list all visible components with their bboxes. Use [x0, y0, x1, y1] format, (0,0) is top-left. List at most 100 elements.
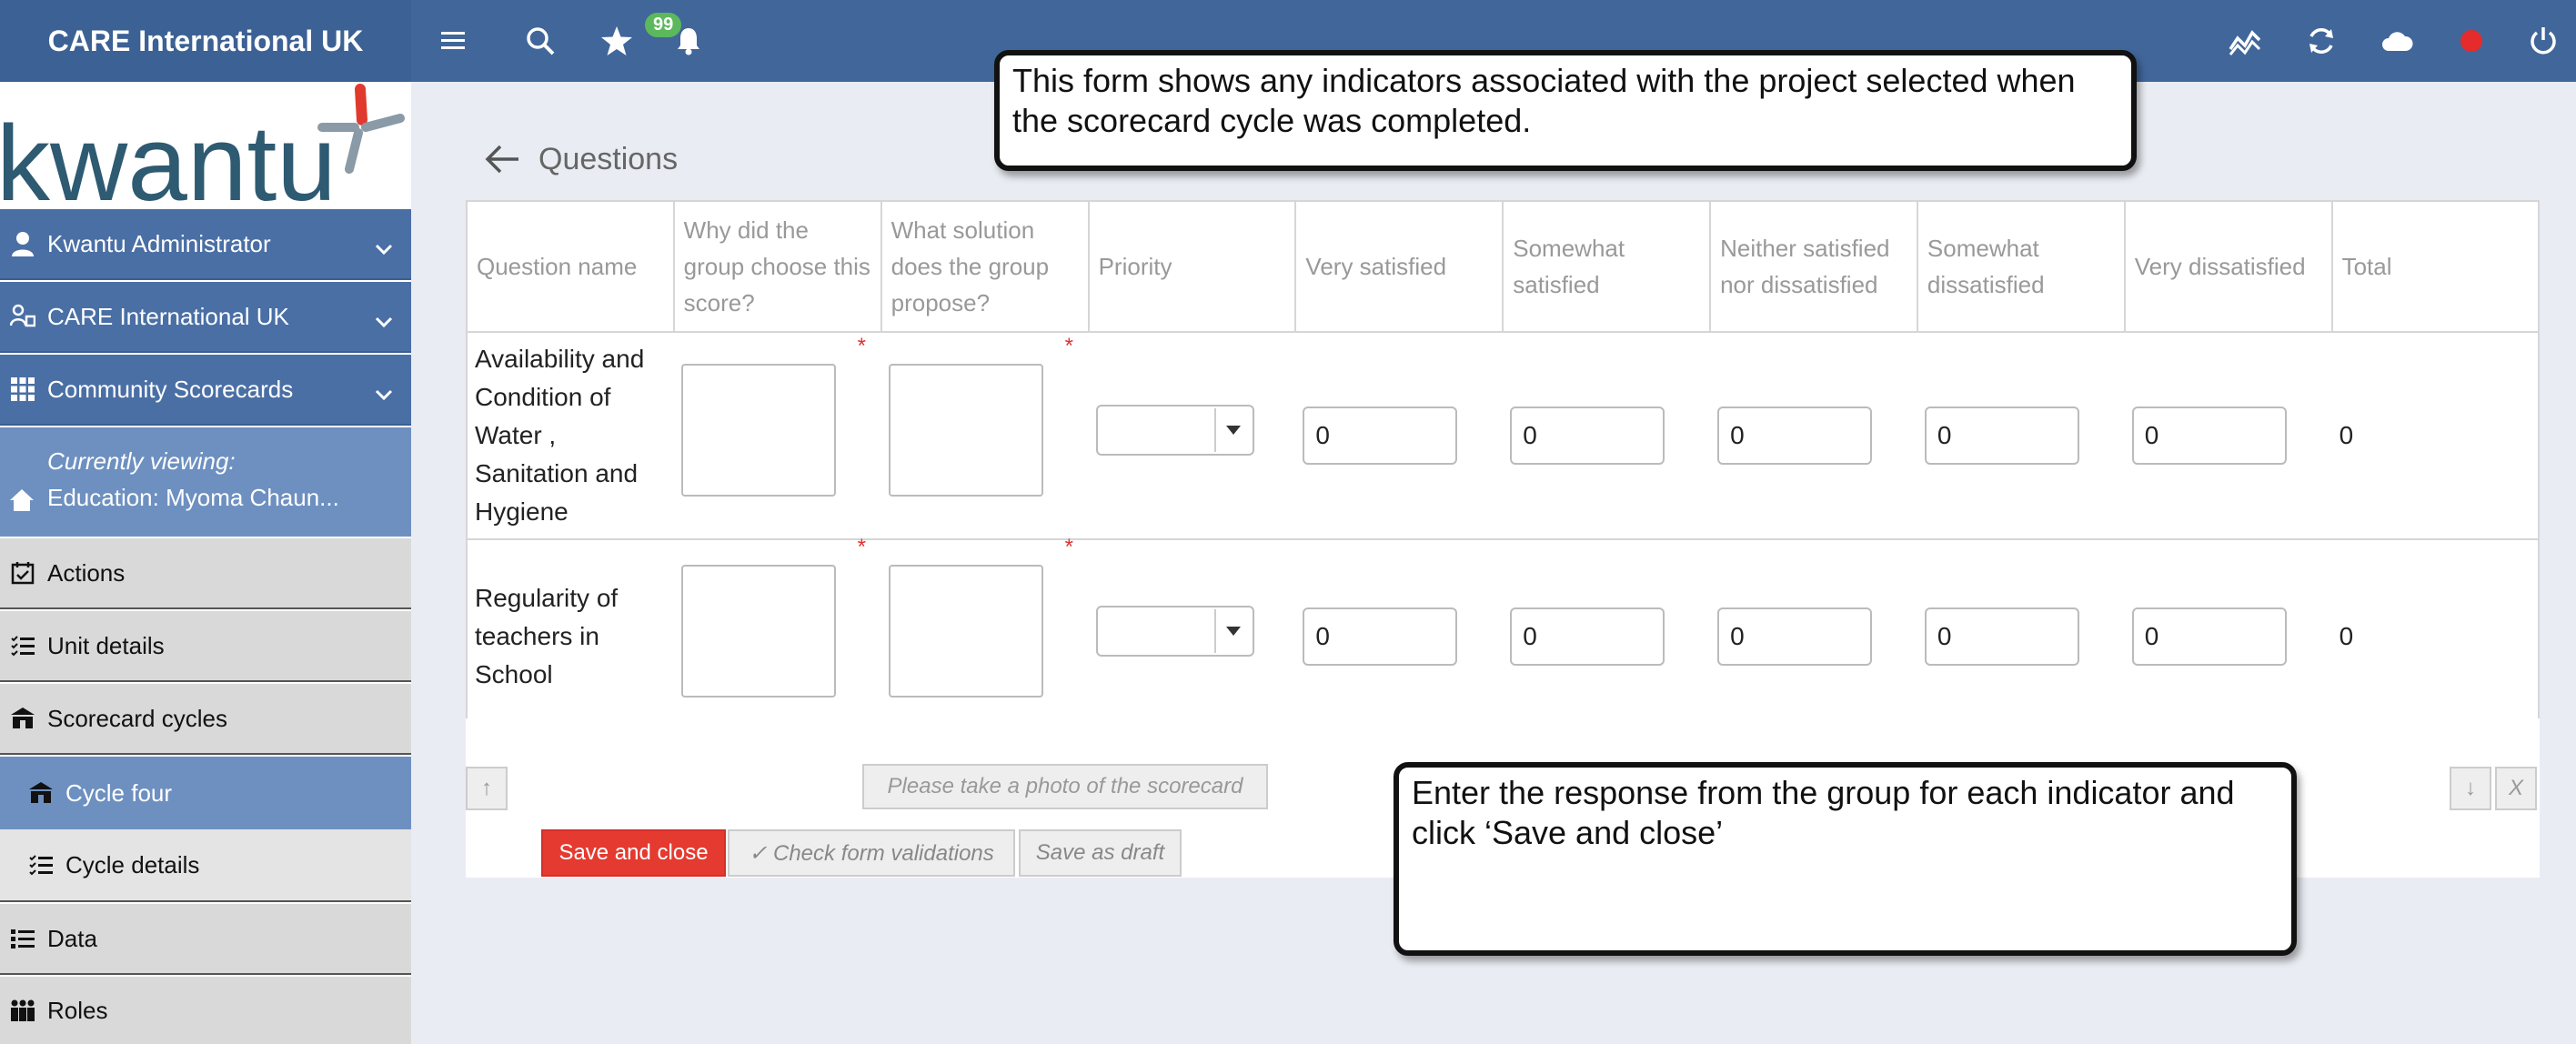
sidebar-item-label: Scorecard cycles [47, 704, 227, 732]
annotation-callout-top: This form shows any indicators associate… [994, 50, 2137, 171]
grid-icon [9, 376, 36, 403]
sidebar-item-data[interactable]: Data [0, 904, 411, 975]
brand-title[interactable]: CARE International UK [0, 0, 411, 82]
column-header: Somewhat satisfied [1502, 200, 1712, 333]
save-draft-button[interactable]: Save as draft [1019, 829, 1182, 877]
org-users-icon [9, 303, 36, 330]
question-name: Regularity of teachers in School [466, 539, 674, 735]
sidebar-item-unit-details[interactable]: Unit details [0, 611, 411, 682]
sidebar-item-cycle-four[interactable]: Cycle four [0, 757, 411, 829]
calendar-check-icon [9, 559, 36, 587]
sidebar-item-actions[interactable]: Actions [0, 538, 411, 609]
table-row: Regularity of teachers in School * * 0 [466, 535, 2541, 735]
questions-table: Question name Why did the group choose t… [466, 200, 2541, 735]
caret-down-icon [1213, 408, 1251, 452]
required-marker: * [1064, 334, 1073, 358]
sidebar-item-label: Cycle four [65, 778, 173, 807]
column-header: Very satisfied [1294, 200, 1504, 333]
page-header: Questions [466, 118, 678, 200]
home-icon [9, 487, 35, 519]
currently-viewing-value: Education: Myoma Chaun... [47, 484, 339, 511]
somewhat-satisfied-input[interactable] [1510, 607, 1665, 666]
reason-textarea[interactable] [680, 364, 836, 497]
column-header: Very dissatisfied [2123, 200, 2333, 333]
chevron-down-icon[interactable] [375, 306, 393, 335]
list-check-icon [27, 851, 55, 878]
neither-input[interactable] [1717, 407, 1873, 465]
sidebar-item-label: Kwantu Administrator [47, 229, 271, 257]
column-header: Priority [1087, 200, 1297, 333]
neither-input[interactable] [1717, 607, 1873, 666]
caret-down-icon [1213, 609, 1251, 653]
save-and-close-button[interactable]: Save and close [541, 829, 726, 877]
sidebar-item-roles[interactable]: Roles [0, 977, 411, 1044]
required-marker: * [857, 535, 867, 559]
sidebar-item-label: Roles [47, 996, 108, 1024]
sidebar-item-label: Community Scorecards [47, 375, 294, 403]
question-name: Availability and Condition of Water , Sa… [466, 332, 674, 540]
column-header: What solution does the group propose? [880, 200, 1090, 333]
list-icon [9, 925, 36, 952]
scroll-down-button[interactable]: ↓ [2450, 767, 2491, 810]
somewhat-dissatisfied-input[interactable] [1924, 607, 2079, 666]
somewhat-dissatisfied-input[interactable] [1924, 407, 2079, 465]
sidebar-item-label: Unit details [47, 631, 165, 659]
sidebar-item-label: Data [47, 924, 97, 952]
sidebar-item-cycle-details[interactable]: Cycle details [0, 829, 411, 902]
table-row: Availability and Condition of Water , Sa… [466, 332, 2541, 540]
currently-viewing[interactable]: Currently viewing: Education: Myoma Chau… [0, 427, 411, 537]
sidebar-item-label: Actions [47, 558, 126, 587]
required-marker: * [1064, 535, 1073, 559]
analytics-icon[interactable] [2222, 18, 2268, 64]
status-dot-icon [2449, 18, 2494, 64]
sync-icon[interactable] [2299, 18, 2344, 64]
somewhat-satisfied-input[interactable] [1510, 407, 1665, 465]
back-arrow-icon[interactable] [484, 144, 520, 175]
very-satisfied-input[interactable] [1303, 607, 1458, 666]
school-icon [9, 705, 36, 732]
column-header: Somewhat dissatisfied [1916, 200, 2126, 333]
solution-textarea[interactable] [888, 364, 1043, 497]
priority-select[interactable] [1095, 405, 1254, 456]
svg-text:kwantu: kwantu [0, 104, 337, 209]
search-icon[interactable] [518, 18, 563, 64]
very-dissatisfied-input[interactable] [2131, 607, 2287, 666]
check-validations-button[interactable]: ✓ Check form validations [728, 829, 1015, 877]
page-title: Questions [538, 141, 679, 176]
sidebar-item-organisation[interactable]: CARE International UK [0, 282, 411, 353]
user-icon [9, 230, 36, 257]
notification-badge: 99 [645, 13, 682, 37]
sidebar-item-user[interactable]: Kwantu Administrator [0, 209, 411, 280]
close-button[interactable]: X [2495, 767, 2537, 810]
power-icon[interactable] [2521, 18, 2566, 64]
total-value: 0 [2331, 332, 2541, 540]
chevron-down-icon[interactable] [375, 379, 393, 407]
column-header: Neither satisfied nor dissatisfied [1709, 200, 1918, 333]
sidebar-item-community-scorecards[interactable]: Community Scorecards [0, 355, 411, 426]
annotation-callout-bottom: Enter the response from the group for ea… [1394, 762, 2297, 956]
column-header: Why did the group choose this score? [672, 200, 882, 333]
currently-viewing-label: Currently viewing: [47, 447, 236, 475]
scroll-up-button[interactable]: ↑ [466, 767, 508, 810]
very-satisfied-input[interactable] [1303, 407, 1458, 465]
school-icon [27, 779, 55, 807]
required-marker: * [857, 334, 867, 358]
total-value: 0 [2331, 539, 2541, 735]
kwantu-logo: kwantu [0, 82, 411, 224]
cloud-icon[interactable] [2374, 18, 2420, 64]
sidebar-item-label: Cycle details [65, 850, 200, 878]
table-header-row: Question name Why did the group choose t… [466, 200, 2541, 333]
menu-icon[interactable] [430, 18, 476, 64]
star-icon[interactable] [594, 18, 639, 64]
sidebar-item-scorecard-cycles[interactable]: Scorecard cycles [0, 684, 411, 755]
solution-textarea[interactable] [888, 565, 1043, 698]
very-dissatisfied-input[interactable] [2131, 407, 2287, 465]
sidebar-item-label: CARE International UK [47, 302, 289, 330]
reason-textarea[interactable] [680, 565, 836, 698]
list-check-icon [9, 632, 36, 659]
column-header: Total [2330, 200, 2541, 333]
photo-button[interactable]: Please take a photo of the scorecard [862, 764, 1268, 809]
chevron-down-icon[interactable] [375, 234, 393, 262]
priority-select[interactable] [1095, 606, 1254, 657]
column-header: Question name [466, 200, 675, 333]
